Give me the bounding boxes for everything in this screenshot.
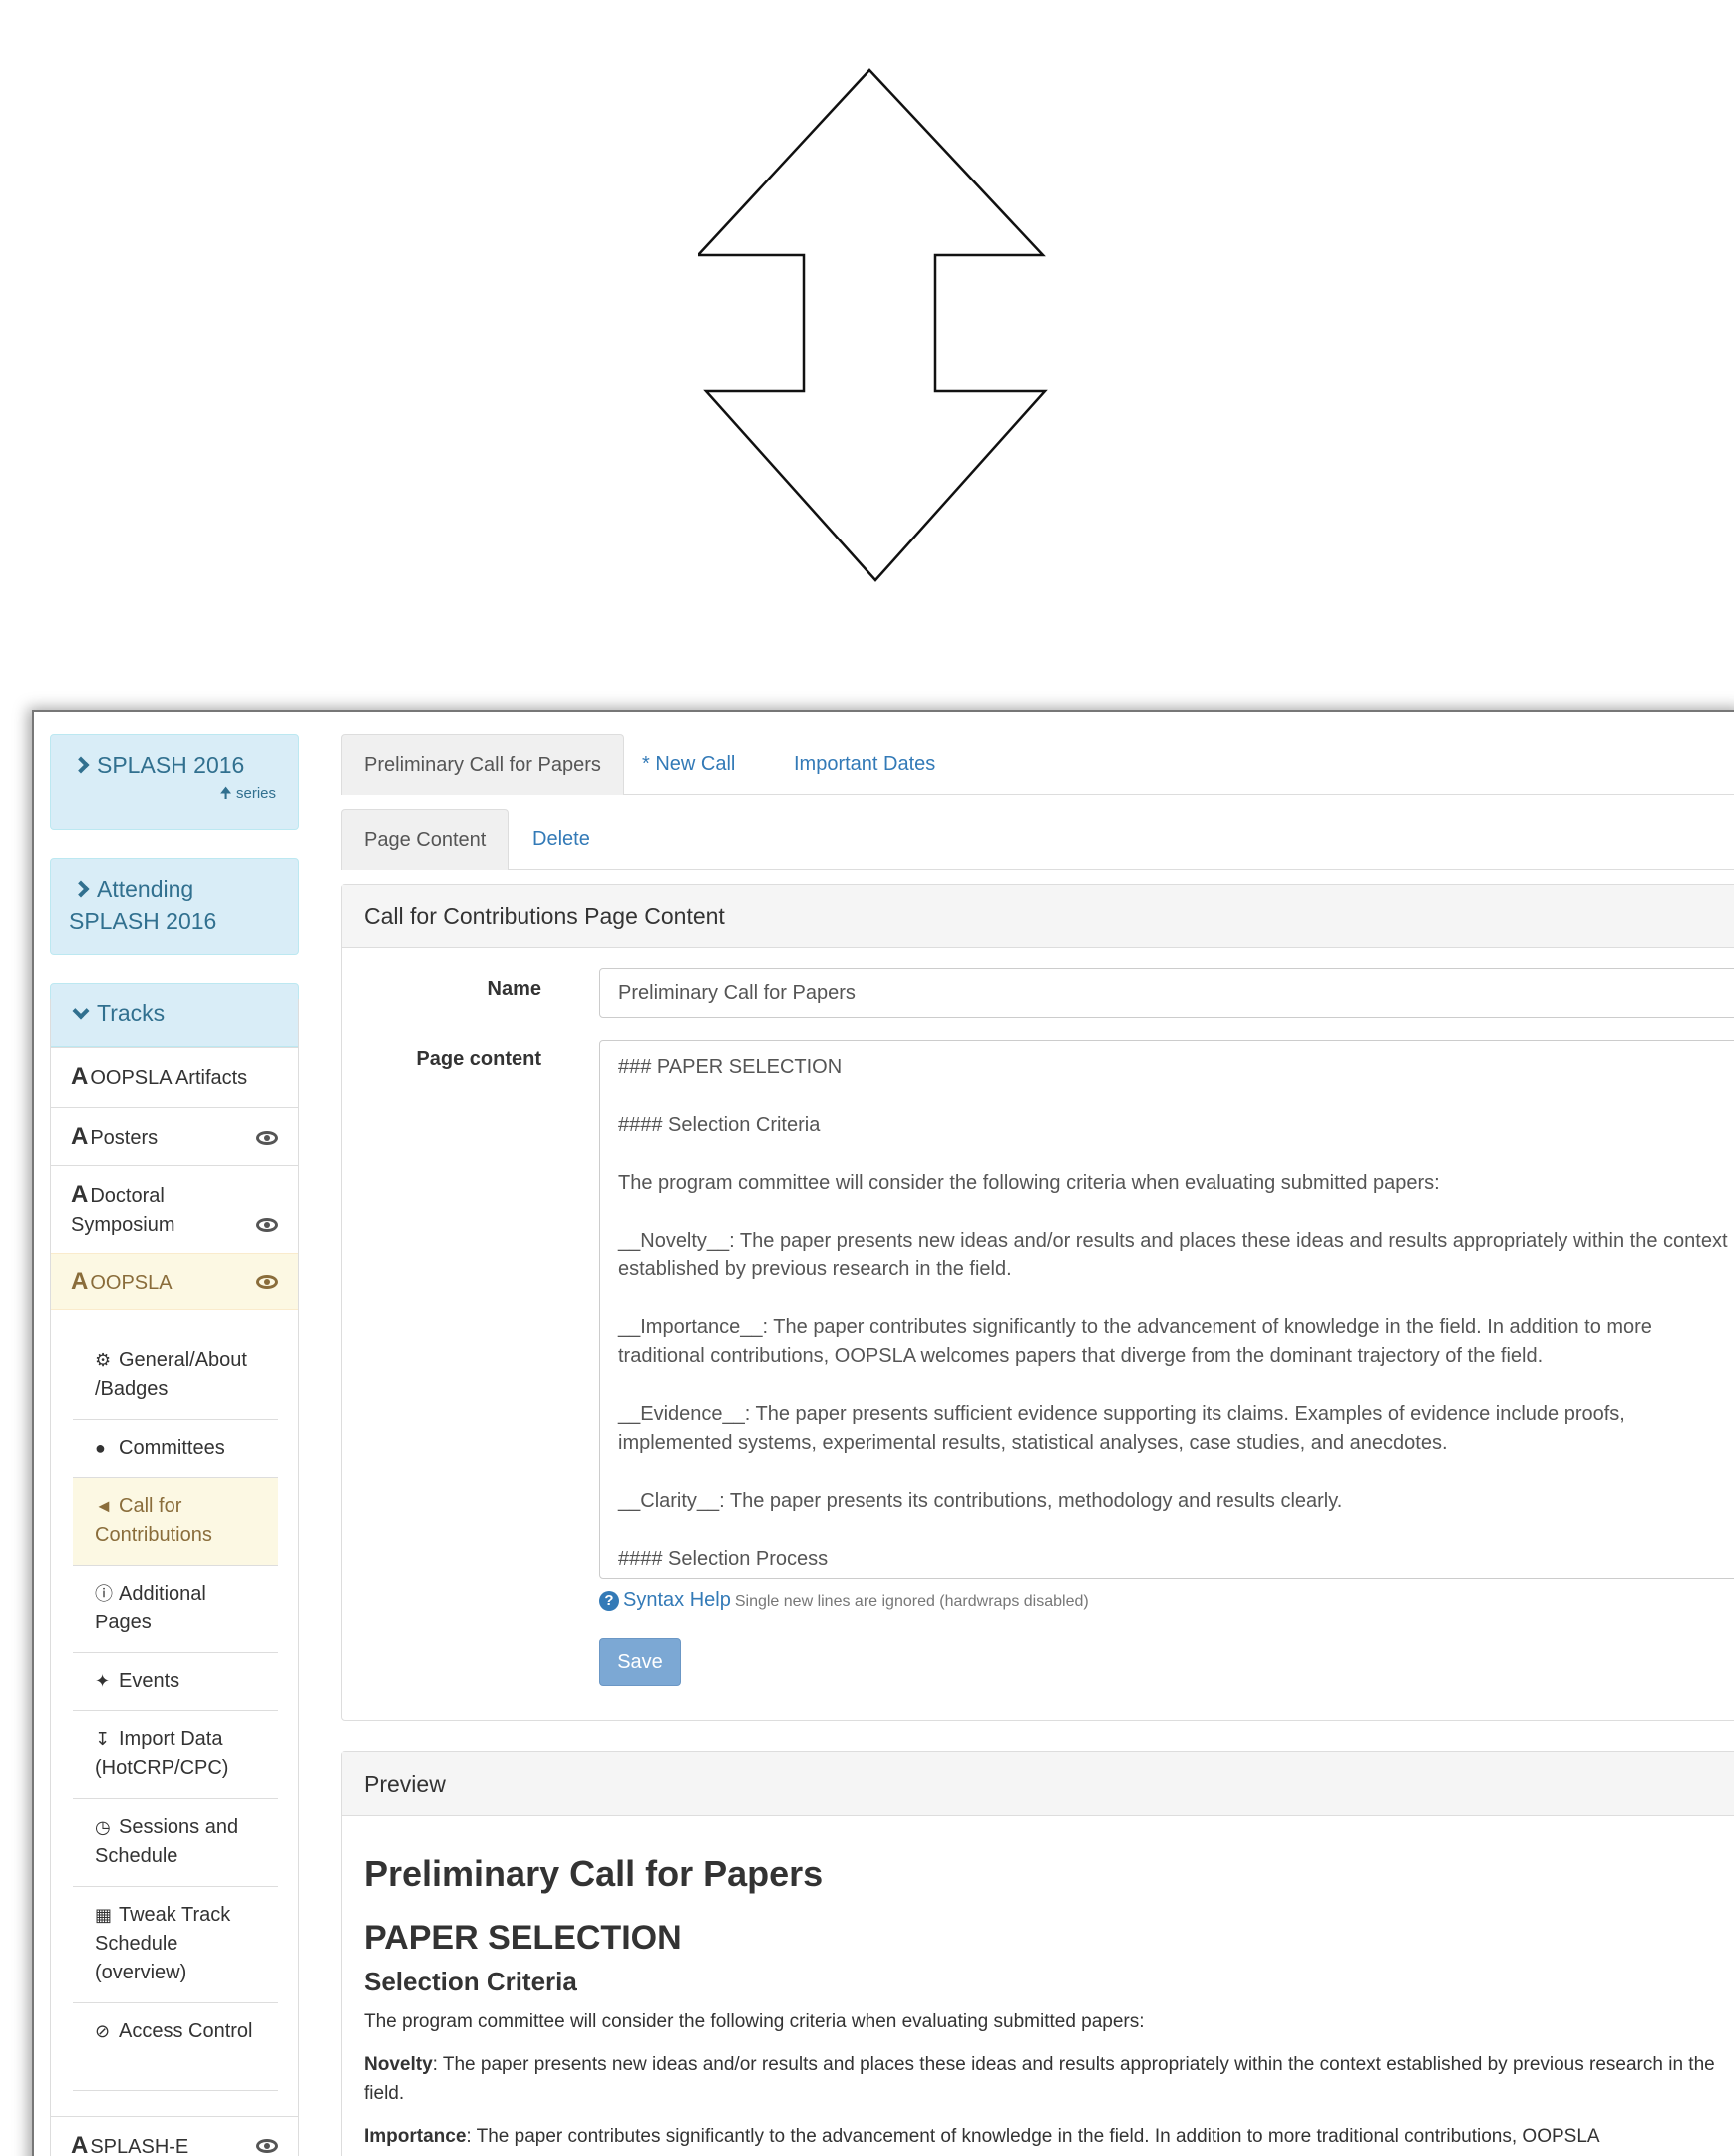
novelty-term: Novelty xyxy=(364,2054,433,2075)
textarea-line: __Evidence__: The paper presents suffici… xyxy=(618,1403,1625,1454)
eye-icon[interactable] xyxy=(256,1131,278,1145)
importance-text: : The paper contributes significantly to… xyxy=(466,2126,1600,2147)
textarea-line: __Importance__: The paper contributes si… xyxy=(618,1316,1652,1367)
textarea-line: ### PAPER SELECTION xyxy=(618,1056,843,1078)
track-oopsla-artifacts[interactable]: A OOPSLA Artifacts xyxy=(51,1047,298,1107)
syntax-help-link[interactable]: Syntax Help xyxy=(623,1589,731,1611)
menu-events[interactable]: ✦ Events xyxy=(73,1653,278,1711)
clock-icon: ◷ xyxy=(95,1817,111,1837)
preview-section-heading: PAPER SELECTION xyxy=(364,1919,682,1957)
conference-box[interactable]: SPLASH 2016 🠉 series xyxy=(50,734,299,830)
textarea-line: #### Selection Criteria xyxy=(618,1114,821,1136)
series-label: series xyxy=(235,785,276,802)
page-content-label: Page content xyxy=(416,1048,541,1070)
menu-access-control[interactable]: ⊘ Access Control xyxy=(73,2003,278,2091)
track-oopsla[interactable]: A OOPSLA xyxy=(51,1253,298,1310)
bullhorn-icon: ◄ xyxy=(95,1496,113,1516)
conference-link[interactable]: SPLASH 2016 xyxy=(97,752,244,778)
track-icon: A xyxy=(71,1181,89,1208)
novelty-text: : The paper presents new ideas and/or re… xyxy=(364,2054,1715,2104)
preview-novelty: Novelty: The paper presents new ideas an… xyxy=(364,2050,1734,2108)
preview-intro: The program committee will consider the … xyxy=(364,2011,1145,2032)
ban-icon: ⊘ xyxy=(95,2021,111,2041)
tab-preliminary-call[interactable]: Preliminary Call for Papers xyxy=(341,734,624,795)
content-form-panel: Call for Contributions Page Content Name… xyxy=(341,884,1734,1721)
tab-new-call[interactable]: * New Call xyxy=(620,734,757,794)
textarea-line: __Novelty__: The paper presents new idea… xyxy=(618,1230,1728,1280)
track-doctoral-symposium[interactable]: A Doctoral Symposium xyxy=(51,1165,298,1253)
arrow-up-icon: 🠉 xyxy=(219,785,232,802)
gear-icon: ⚙ xyxy=(95,1350,112,1370)
textarea-line: #### Selection Process xyxy=(618,1548,829,1570)
preview-title: Preview xyxy=(342,1752,1734,1816)
track-label: SPLASH-E xyxy=(90,2136,189,2156)
name-label: Name xyxy=(487,978,541,1000)
name-input[interactable] xyxy=(599,968,1734,1018)
eye-icon[interactable] xyxy=(256,1218,278,1232)
eye-icon[interactable] xyxy=(256,1275,278,1289)
menu-label: Sessions and Schedule xyxy=(95,1816,239,1867)
track-icon: A xyxy=(71,1123,89,1150)
preview-importance: Importance: The paper contributes signif… xyxy=(364,2122,1734,2151)
double-arrow-icon xyxy=(698,68,1048,582)
preview-subsection-heading: Selection Criteria xyxy=(364,1967,577,1996)
syntax-hint: Single new lines are ignored (hardwraps … xyxy=(734,1593,1089,1610)
chevron-right-icon xyxy=(72,756,90,774)
track-icon: A xyxy=(71,2132,89,2156)
textarea-line: The program committee will consider the … xyxy=(618,1172,1440,1194)
tab-important-dates[interactable]: Important Dates xyxy=(772,734,957,794)
tracks-list: A OOPSLA Artifacts A Posters A Doctoral Sym… xyxy=(50,999,299,2156)
save-button[interactable]: Save xyxy=(599,1638,681,1686)
preview-heading: Preliminary Call for Papers xyxy=(364,1853,824,1894)
menu-label: Import Data (HotCRP/CPC) xyxy=(95,1728,229,1779)
menu-label: General/About /Badges xyxy=(95,1349,247,1400)
tab-page-content[interactable]: Page Content xyxy=(341,809,510,870)
user-icon: ● xyxy=(95,1438,106,1458)
question-icon: ? xyxy=(599,1591,619,1611)
menu-committees[interactable]: ● Committees xyxy=(73,1420,278,1478)
menu-label: Committees xyxy=(119,1437,225,1459)
menu-tweak-schedule[interactable]: ▦ Tweak Track Schedule (overview) xyxy=(73,1887,278,2003)
syntax-help-row: ? Syntax Help Single new lines are ignored… xyxy=(599,1589,1089,1612)
attending-box[interactable]: Attending SPLASH 2016 xyxy=(50,858,299,955)
series-link[interactable]: 🠉 series xyxy=(219,785,276,803)
tab-delete[interactable]: Delete xyxy=(511,809,612,869)
importance-term: Importance xyxy=(364,2126,467,2147)
track-icon: A xyxy=(71,1268,89,1295)
preview-content: Preliminary Call for Papers PAPER SELECT… xyxy=(364,1852,1734,2156)
menu-additional-pages[interactable]: ⓘ Additional Pages xyxy=(73,1566,278,1653)
page-content-textarea[interactable]: ### PAPER SELECTION #### Selection Crite… xyxy=(599,1040,1734,1579)
menu-sessions-schedule[interactable]: ◷ Sessions and Schedule xyxy=(73,1799,278,1887)
primary-tabs: Preliminary Call for Papers * New Call I… xyxy=(341,734,1734,795)
import-icon: ↧ xyxy=(95,1729,111,1749)
track-posters[interactable]: A Posters xyxy=(51,1107,298,1165)
menu-label: Access Control xyxy=(119,2020,253,2042)
track-icon: A xyxy=(71,1063,89,1090)
textarea-line: __Clarity__: The paper presents its cont… xyxy=(618,1490,1343,1512)
chevron-right-icon xyxy=(72,880,90,898)
calendar-icon: ▦ xyxy=(95,1905,113,1925)
track-label: Posters xyxy=(90,1127,159,1149)
menu-label: Tweak Track Schedule (overview) xyxy=(95,1904,231,1983)
app-window: SPLASH 2016 🠉 series Attending SPLASH 20… xyxy=(32,710,1734,2156)
menu-label: Events xyxy=(119,1670,180,1692)
menu-general-about[interactable]: ⚙ General/About /Badges xyxy=(73,1332,278,1420)
track-label: OOPSLA xyxy=(90,1272,173,1294)
attending-link[interactable]: Attending SPLASH 2016 xyxy=(69,876,216,934)
track-splash-e[interactable]: A SPLASH-E xyxy=(51,2116,298,2156)
menu-import-data[interactable]: ↧ Import Data (HotCRP/CPC) xyxy=(73,1711,278,1799)
secondary-tabs: Page Content Delete xyxy=(341,809,1734,870)
menu-call-for-contributions[interactable]: ◄ Call for Contributions xyxy=(73,1478,278,1566)
info-icon: ⓘ xyxy=(95,1584,113,1604)
track-label: OOPSLA Artifacts xyxy=(90,1067,248,1089)
preview-panel: Preview Preliminary Call for Papers PAPE… xyxy=(341,1751,1734,2156)
eye-icon[interactable] xyxy=(256,2139,278,2153)
panel-title: Call for Contributions Page Content xyxy=(342,885,1734,948)
pushpin-icon: ✦ xyxy=(95,1671,111,1691)
